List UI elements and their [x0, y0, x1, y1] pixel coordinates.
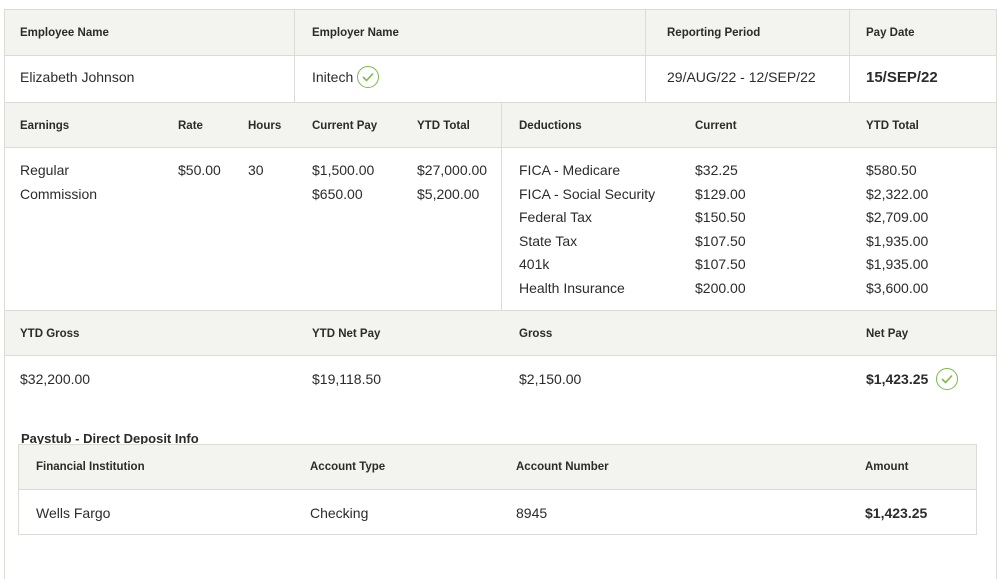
- pay-date: 15/SEP/22: [866, 69, 938, 86]
- ytd-net-label: YTD Net Pay: [312, 328, 381, 340]
- earning-ytd: $27,000.00: [417, 162, 488, 178]
- account-type: Checking: [310, 505, 369, 521]
- earnings-rate-column: $50.00: [178, 159, 221, 206]
- earning-hours: [248, 183, 264, 207]
- rate-header: Rate: [178, 120, 203, 132]
- deduction-current: $107.50: [695, 232, 746, 249]
- employee-name: Elizabeth Johnson: [20, 69, 135, 85]
- ytd-net-pay: $19,118.50: [312, 371, 382, 387]
- ytd-total-header: YTD Total: [417, 120, 470, 132]
- deduction-name: FICA - Medicare: [519, 162, 621, 178]
- totals-header: [5, 311, 996, 355]
- deduction-ytd: $1,935.00: [866, 256, 929, 272]
- institution-header: Financial Institution: [36, 461, 145, 473]
- reporting-period: 29/AUG/22 - 12/SEP/22: [667, 69, 816, 85]
- divider: [294, 10, 295, 102]
- deduction-current: $107.50: [695, 256, 746, 272]
- deduction-name: State Tax: [519, 232, 578, 249]
- employer-name-label: Employer Name: [312, 27, 399, 39]
- deduction-name: Federal Tax: [519, 209, 592, 225]
- ytd-gross: $32,200.00: [20, 371, 91, 387]
- earning-type: Regular: [20, 162, 70, 178]
- divider: [645, 10, 646, 102]
- net-pay: $1,423.25: [866, 371, 929, 387]
- deduction-name-column: FICA - Medicare FICA - Social Security F…: [519, 159, 655, 300]
- account-number: 8945: [516, 505, 548, 521]
- deduction-ytd-header: YTD Total: [866, 120, 919, 132]
- direct-deposit-header: [19, 445, 976, 489]
- verified-check-icon: [357, 66, 380, 88]
- pay-date-label: Pay Date: [866, 27, 915, 39]
- verified-check-icon: [936, 368, 959, 390]
- deduction-ytd: $580.50: [866, 162, 917, 178]
- earnings-header: Earnings: [20, 120, 70, 132]
- divider: [5, 355, 996, 356]
- deduction-current: $200.00: [695, 279, 746, 296]
- divider: [19, 489, 976, 490]
- deduction-ytd: $2,709.00: [866, 209, 929, 225]
- deduction-current-header: Current: [695, 120, 737, 132]
- reporting-period-label: Reporting Period: [667, 27, 761, 39]
- earnings-current-column: $1,500.00 $650.00: [312, 159, 374, 206]
- deduction-current: $129.00: [695, 185, 746, 202]
- earning-type: Commission: [20, 185, 98, 202]
- employer-name: Initech: [312, 69, 354, 85]
- earning-rate: $50.00: [178, 162, 221, 178]
- deduction-current-column: $32.25 $129.00 $150.50 $107.50 $107.50 $…: [695, 159, 746, 300]
- divider: [849, 10, 850, 102]
- amount-header: Amount: [865, 461, 909, 473]
- net-pay-cell: $1,423.25: [866, 368, 959, 390]
- earning-current: $1,500.00: [312, 162, 375, 178]
- gross-label: Gross: [519, 328, 553, 340]
- employee-name-label: Employee Name: [20, 27, 109, 39]
- deposit-amount: $1,423.25: [865, 505, 928, 521]
- deduction-name: FICA - Social Security: [519, 185, 656, 202]
- account-number-header: Account Number: [516, 461, 609, 473]
- earning-hours: 30: [248, 162, 264, 178]
- deduction-ytd: $1,935.00: [866, 232, 929, 249]
- deduction-current: $32.25: [695, 162, 738, 178]
- institution: Wells Fargo: [36, 505, 111, 521]
- earning-current: $650.00: [312, 185, 363, 202]
- divider: [5, 55, 996, 56]
- deduction-current: $150.50: [695, 209, 746, 225]
- earnings-type-column: Regular Commission: [20, 159, 97, 206]
- gross: $2,150.00: [519, 371, 582, 387]
- divider: [501, 102, 502, 310]
- employer-name-cell: Initech: [312, 66, 380, 88]
- earning-ytd: $5,200.00: [417, 185, 480, 202]
- deduction-ytd-column: $580.50 $2,322.00 $2,709.00 $1,935.00 $1…: [866, 159, 928, 300]
- current-pay-header: Current Pay: [312, 120, 378, 132]
- account-type-header: Account Type: [310, 461, 386, 473]
- earnings-ytd-column: $27,000.00 $5,200.00: [417, 159, 487, 206]
- deduction-ytd: $2,322.00: [866, 185, 929, 202]
- direct-deposit-table: Financial Institution Account Type Accou…: [18, 444, 977, 535]
- deduction-name: 401k: [519, 256, 550, 272]
- earnings-hours-column: 30: [248, 159, 264, 206]
- deduction-name: Health Insurance: [519, 279, 625, 296]
- header-label-row: [5, 10, 996, 55]
- net-pay-label: Net Pay: [866, 328, 909, 340]
- deduction-ytd: $3,600.00: [866, 279, 929, 296]
- deductions-header: Deductions: [519, 120, 582, 132]
- hours-header: Hours: [248, 120, 282, 132]
- earning-rate: [178, 183, 221, 207]
- ytd-gross-label: YTD Gross: [20, 328, 80, 340]
